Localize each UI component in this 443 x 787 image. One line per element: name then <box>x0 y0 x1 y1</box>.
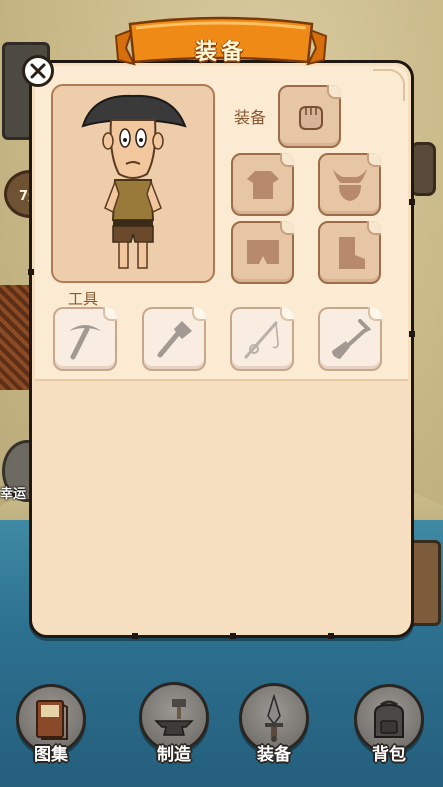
axe-slot[interactable] <box>142 307 206 371</box>
shirt-icon <box>246 170 279 199</box>
edge-rivet <box>328 633 334 639</box>
helmet-slot[interactable] <box>318 153 381 216</box>
corner-ornament <box>373 69 405 101</box>
shovel-icon <box>332 319 372 359</box>
nav-equip-label: 装备 <box>257 745 291 765</box>
edge-rivet <box>132 633 138 639</box>
nav-gallery-label: 图集 <box>34 745 68 765</box>
edge-rivet <box>409 199 415 205</box>
dagger-icon <box>265 694 283 742</box>
title-banner: 装备 <box>112 14 330 72</box>
pants-slot[interactable] <box>231 221 294 284</box>
weapon-slot[interactable] <box>278 85 341 148</box>
nav-craft-label: 制造 <box>157 745 191 765</box>
panel-title: 装备 <box>194 40 247 65</box>
nav-backpack-label: 背包 <box>372 745 406 765</box>
luck-label: 幸运 <box>0 487 27 502</box>
panel-empty-area <box>35 381 408 632</box>
anvil-icon <box>154 699 194 736</box>
shovel-slot[interactable] <box>318 307 382 371</box>
close-button[interactable] <box>22 55 54 87</box>
edge-rivet <box>28 269 34 275</box>
character-portrait <box>51 84 215 283</box>
armor-slot[interactable] <box>231 153 294 216</box>
fishing-rod-slot[interactable] <box>230 307 294 371</box>
tools-label: 工具 <box>68 290 99 308</box>
pickaxe-icon <box>69 325 101 360</box>
character-figure <box>81 94 187 269</box>
close-icon <box>30 63 46 79</box>
edge-rivet <box>409 331 415 337</box>
edge-rivet <box>230 633 236 639</box>
pants-icon <box>246 239 279 264</box>
pickaxe-slot[interactable] <box>53 307 117 371</box>
backpack-icon <box>374 700 404 738</box>
equip-label: 装备 <box>234 108 267 127</box>
fist-icon <box>298 105 323 130</box>
horned-helmet-icon <box>332 168 367 201</box>
boot-icon <box>338 236 365 269</box>
boots-slot[interactable] <box>318 221 381 284</box>
fishing-rod-icon <box>244 321 279 359</box>
book-icon <box>36 700 68 740</box>
axe-icon <box>157 321 192 358</box>
